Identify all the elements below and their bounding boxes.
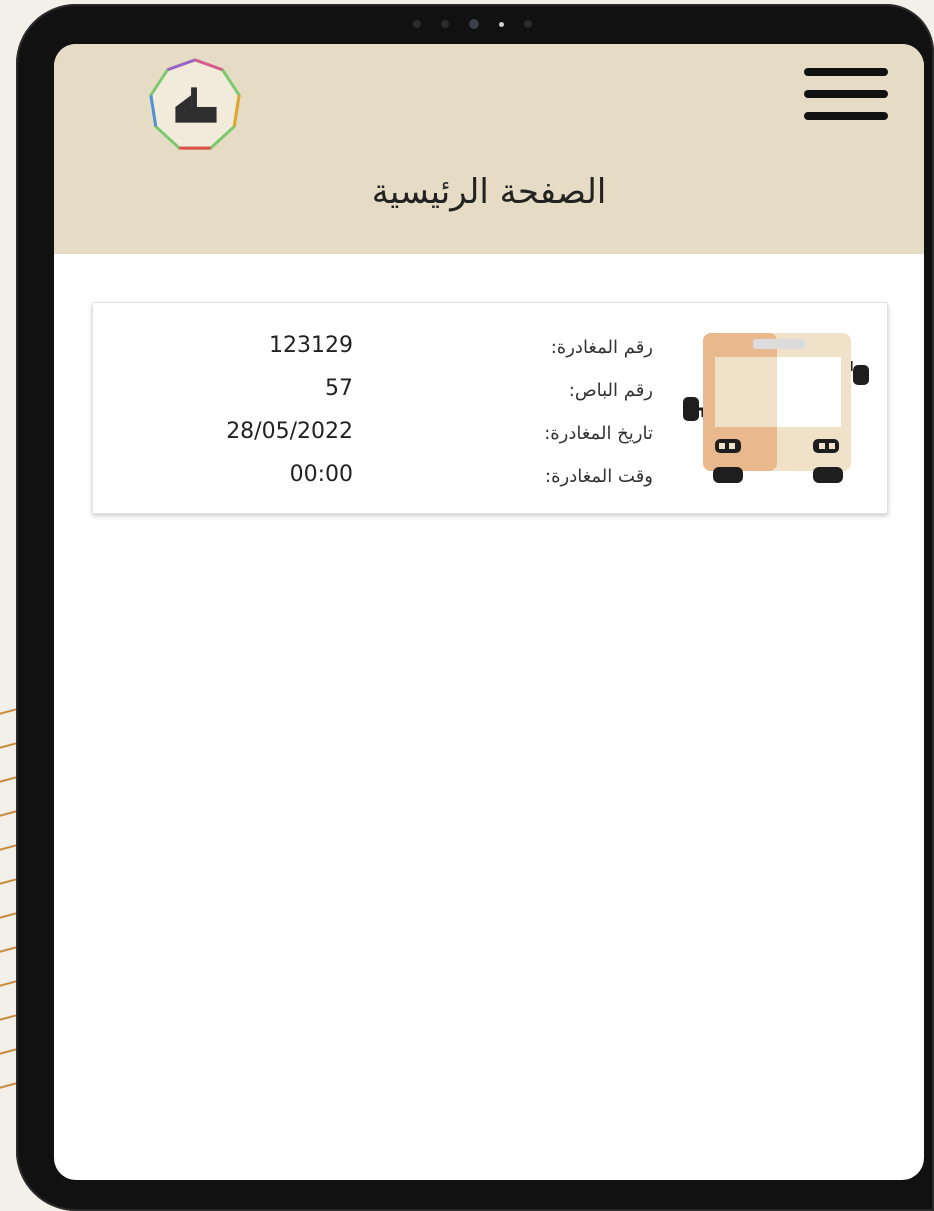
- hamburger-menu-icon[interactable]: [804, 68, 888, 120]
- trip-row-departure-number: رقم المغادرة: 123129: [93, 331, 653, 374]
- bus-icon: [683, 333, 869, 483]
- makkah-logo-icon[interactable]: [146, 56, 244, 154]
- row-value: 57: [325, 376, 353, 401]
- row-value: 123129: [269, 333, 353, 358]
- trip-row-departure-date: تاريخ المغادرة: 28/05/2022: [93, 417, 653, 460]
- tablet-frame: الصفحة الرئيسية رقم المغادرة: 123129 رقم…: [16, 4, 934, 1211]
- camera-bar: [392, 18, 552, 30]
- row-label: وقت المغادرة:: [545, 466, 653, 487]
- trip-row-bus-number: رقم الباص: 57: [93, 374, 653, 417]
- row-value: 28/05/2022: [226, 419, 353, 444]
- row-label: تاريخ المغادرة:: [544, 423, 653, 444]
- row-value: 00:00: [289, 462, 353, 487]
- row-label: رقم المغادرة:: [550, 337, 653, 358]
- page-title: الصفحة الرئيسية: [371, 172, 607, 212]
- row-label: رقم الباص:: [568, 380, 653, 401]
- app-screen: الصفحة الرئيسية رقم المغادرة: 123129 رقم…: [54, 44, 924, 1180]
- trip-card[interactable]: رقم المغادرة: 123129 رقم الباص: 57 تاريخ…: [92, 302, 888, 514]
- trip-info: رقم المغادرة: 123129 رقم الباص: 57 تاريخ…: [93, 331, 653, 503]
- app-header: الصفحة الرئيسية: [54, 44, 924, 254]
- trip-row-departure-time: وقت المغادرة: 00:00: [93, 460, 653, 503]
